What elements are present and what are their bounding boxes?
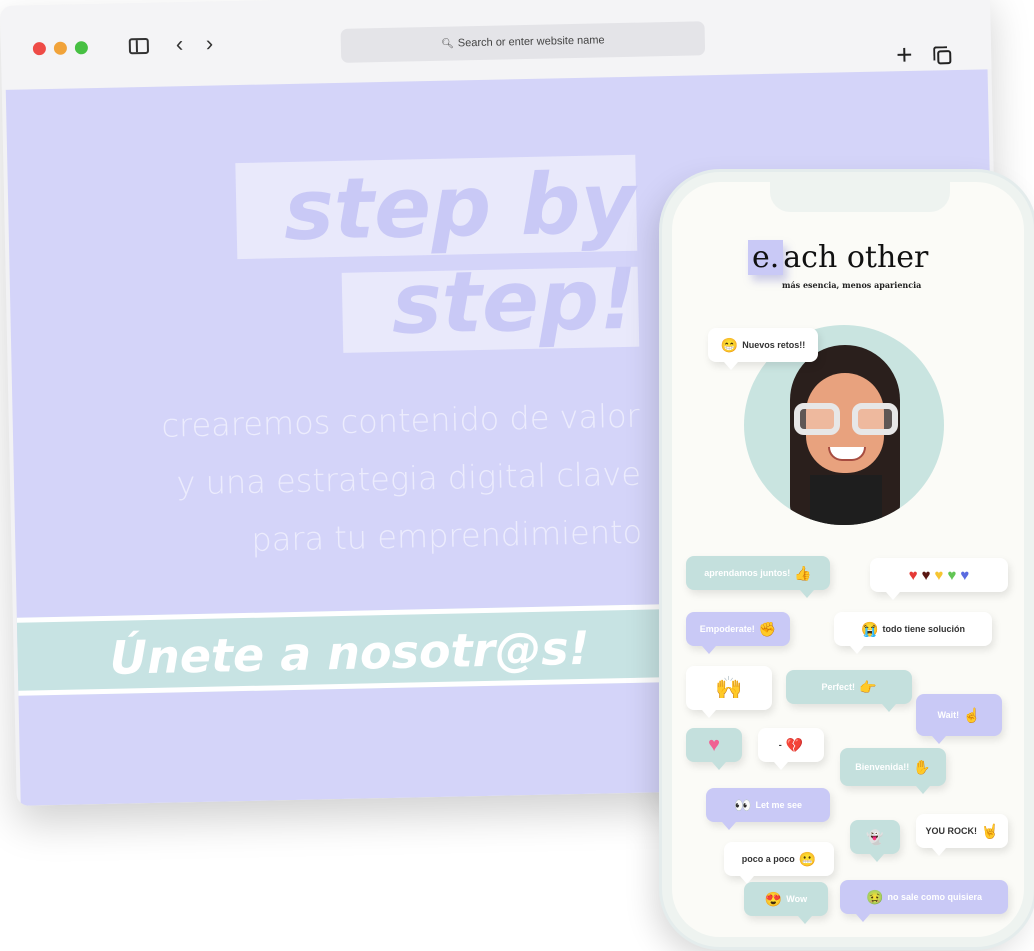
logo-initial: e. [748, 240, 784, 275]
chat-bubble-no-sale: 🤢 no sale como quisiera [840, 880, 1008, 922]
ghost-icon: 👻 [866, 829, 884, 845]
broken-heart-icon: 💔 [785, 737, 804, 753]
chat-bubble-hearts: ♥ ♥ ♥ ♥ ♥ [870, 558, 1008, 600]
minimize-window-button[interactable] [53, 41, 68, 55]
sidebar-toggle-icon[interactable] [128, 37, 150, 55]
raised-fist-icon: ✊ [758, 621, 777, 637]
brand-tagline: más esencia, menos apariencia [782, 280, 922, 290]
close-window-button[interactable] [32, 42, 47, 56]
headline-line-2: step! [390, 249, 639, 353]
rock-hand-icon: 🤘 [981, 823, 999, 839]
pink-heart-icon: ♥ [708, 733, 720, 756]
eyes-icon: 👀 [734, 797, 752, 813]
maximize-window-button[interactable] [74, 41, 89, 55]
heart-eyes-icon: 😍 [764, 891, 783, 907]
subtext-line-3: para tu emprendimiento [251, 512, 643, 559]
glasses-icon [794, 403, 898, 437]
chat-bubble-todo-tiene: 😭 todo tiene solución [834, 612, 992, 654]
crying-face-icon: 😭 [861, 621, 879, 637]
chat-bubble-celebrate: 🙌 [686, 666, 772, 718]
thumbs-up-icon: 👍 [794, 565, 812, 581]
new-tab-plus-icon[interactable]: + [896, 39, 913, 70]
green-heart-icon: ♥ [947, 566, 957, 584]
chat-bubble-you-rock: YOU ROCK! 🤘 [916, 814, 1008, 856]
red-heart-icon: ♥ [908, 566, 918, 584]
brand-logo: e. ach other [748, 240, 928, 275]
pointing-hand-icon: 👉 [859, 679, 877, 695]
search-icon: 🔍︎ [441, 38, 454, 50]
yellow-heart-icon: ♥ [934, 566, 944, 584]
forward-arrow-icon[interactable]: › [206, 31, 214, 56]
raised-hands-icon: 🙌 [715, 675, 743, 700]
back-arrow-icon[interactable]: ‹ [176, 31, 184, 56]
cta-text: Únete a nosotr@s! [109, 620, 591, 685]
chat-bubble-wait: Wait! ☝ [916, 694, 1002, 744]
index-finger-up-icon: ☝ [963, 707, 981, 723]
chat-bubble-wow: 😍 Wow [744, 882, 828, 924]
cta-banner[interactable]: Únete a nosotr@s! [16, 603, 699, 696]
phone-mockup: e. ach other más esencia, menos aparienci… [662, 172, 1034, 947]
chat-bubble-empoderate: Empoderate! ✊ [686, 612, 790, 654]
chat-bubble-aprendamos: aprendamos juntos! 👍 [686, 556, 830, 598]
headline-line-1: step by [282, 153, 637, 260]
chat-bubble-pink-heart: ♥ [686, 728, 742, 770]
address-placeholder: Search or enter website name [457, 34, 605, 50]
grinning-face-icon: 😁 [720, 337, 739, 353]
address-bar[interactable]: 🔍︎ Search or enter website name [340, 21, 706, 63]
logo-text: ach other [783, 240, 929, 275]
chat-bubble-nuevos-retos: 😁 Nuevos retos!! [708, 328, 818, 370]
chat-bubble-perfect: Perfect! 👉 [786, 670, 912, 712]
chat-bubble-broken-heart: - 💔 [758, 728, 824, 770]
grimacing-face-icon: 😬 [798, 851, 817, 867]
chat-bubble-let-me-see: 👀 Let me see [706, 788, 830, 830]
subtext: crearemos contenido de valor y una estra… [19, 387, 643, 574]
chat-bubble-bienvenida: Bienvenida!! ✋ [840, 748, 946, 794]
phone-screen: e. ach other más esencia, menos aparienci… [672, 182, 1024, 937]
tab-overview-icon[interactable] [937, 50, 952, 65]
phone-notch [770, 182, 950, 212]
avatar-sweater [810, 475, 882, 525]
waving-hand-icon: ✋ [913, 759, 931, 775]
chat-bubble-poco-a-poco: poco a poco 😬 [724, 842, 834, 884]
blue-heart-icon: ♥ [960, 566, 970, 584]
chat-bubble-ghost: 👻 [850, 820, 900, 862]
brown-heart-icon: ♥ [921, 566, 931, 584]
nauseated-face-icon: 🤢 [866, 889, 884, 905]
